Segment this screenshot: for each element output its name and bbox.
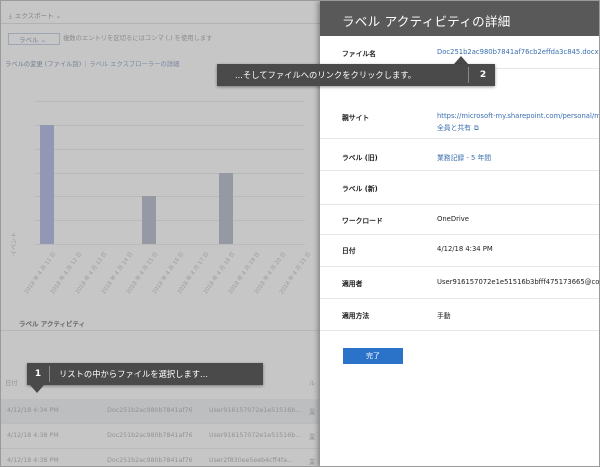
row-user: User2f830ee5eeb4cff4fa... bbox=[209, 457, 293, 464]
column-header-extra[interactable]: ル bbox=[309, 378, 315, 387]
table-row[interactable]: 4/12/18 4:38 PM Doc251b2ac980b7841af76 U… bbox=[1, 424, 319, 449]
table-row[interactable]: 4/12/18 4:38 PM Doc251b2ac980b7841af76 U… bbox=[1, 449, 319, 466]
row-extra: 業 bbox=[309, 459, 316, 466]
detail-label: ラベル (旧) bbox=[342, 154, 378, 162]
tab-bar: ラベルの変更 (ファイル別) | ラベル エクスプローラーの詳細 bbox=[5, 59, 179, 68]
callout-1-number: 1 bbox=[34, 369, 42, 379]
export-button[interactable]: ⤓ エクスポート ⌄ bbox=[9, 10, 61, 21]
row-file: Doc251b2ac980b7841af76 bbox=[107, 432, 193, 439]
method-value: 手動 bbox=[437, 312, 451, 320]
detail-row-new-label: ラベル (新) bbox=[320, 170, 599, 205]
chevron-down-icon: ⌄ bbox=[55, 12, 62, 20]
filter-input[interactable]: 複数のエントリを区切るにはコンマ (,) を使用します bbox=[63, 33, 313, 45]
workload-value: OneDrive bbox=[437, 215, 469, 223]
chart-bar[interactable] bbox=[40, 124, 54, 244]
detail-row-method: 適用方法 手動 bbox=[320, 298, 599, 331]
y-axis-label: イベント bbox=[11, 231, 18, 256]
callout-divider bbox=[49, 366, 50, 382]
row-user: User916157072e1e51516b... bbox=[209, 407, 302, 414]
callout-divider bbox=[468, 67, 469, 83]
row-date: 4/12/18 4:34 PM bbox=[7, 407, 59, 414]
grid-line bbox=[35, 124, 305, 126]
export-label: エクスポート bbox=[14, 12, 54, 20]
callout-1-pointer bbox=[30, 385, 44, 393]
callout-2-number: 2 bbox=[479, 70, 487, 80]
section-divider bbox=[1, 330, 319, 331]
detail-label: ファイル名 bbox=[342, 50, 376, 58]
detail-label: ワークロード bbox=[342, 217, 383, 225]
chart-bar[interactable] bbox=[218, 172, 233, 244]
detail-label: ラベル (新) bbox=[342, 185, 378, 193]
detail-label: 日付 bbox=[342, 247, 356, 255]
screenshot-frame: ⤓ エクスポート ⌄ ラベル ⌄ 複数のエントリを区切るにはコンマ (,) を使用… bbox=[0, 0, 600, 467]
download-icon: ⤓ bbox=[9, 12, 12, 20]
grid-line bbox=[35, 148, 305, 150]
grid-line bbox=[35, 101, 305, 102]
row-date: 4/12/18 4:38 PM bbox=[7, 432, 59, 439]
callout-1: 1 リストの中からファイルを選択します... bbox=[27, 363, 263, 385]
filename-link-text: Doc251b2ac980b7841af76cb2effda3c845.docx bbox=[437, 48, 599, 56]
label-activity-chart: イベント 2018 年 4 月 11 日 2018 年 4 月 12 日 2018 … bbox=[1, 91, 319, 321]
detail-row-workload: ワークロード OneDrive bbox=[320, 204, 599, 235]
detail-row-date: 日付 4/12/18 4:34 PM bbox=[320, 234, 599, 267]
tab-label-changes[interactable]: ラベルの変更 (ファイル別) bbox=[5, 61, 81, 68]
row-user: User916157072e1e51516b... bbox=[209, 432, 302, 439]
row-extra: 業 bbox=[309, 409, 316, 416]
chevron-down-icon: ⌄ bbox=[40, 36, 47, 44]
external-link-icon: ⧉ bbox=[473, 124, 479, 132]
column-header-date[interactable]: 日付 bbox=[5, 378, 18, 387]
done-button[interactable]: 完了 bbox=[343, 348, 403, 364]
tab-label-explorer[interactable]: ラベル エクスプローラーの詳細 bbox=[89, 61, 179, 68]
detail-row-old-label: ラベル (旧) 業務記録 - 5 年間 bbox=[320, 138, 599, 171]
shared-label: 全員と共有 bbox=[437, 124, 471, 132]
detail-label: 親サイト bbox=[342, 114, 370, 122]
grid-line bbox=[35, 220, 305, 222]
parent-site-link[interactable]: https://microsoft-my.sharepoint.com/pers… bbox=[437, 112, 599, 120]
callout-2-text: ...そしてファイルへのリンクをクリックします。 bbox=[235, 70, 417, 80]
grid-line bbox=[35, 244, 305, 245]
row-extra: 業 bbox=[309, 434, 316, 441]
chart-bar[interactable] bbox=[142, 196, 156, 244]
callout-2: ...そしてファイルへのリンクをクリックします。 2 bbox=[217, 64, 495, 86]
shared-with-everyone-link[interactable]: 全員と共有 ⧉ bbox=[437, 122, 479, 133]
detail-row-applied-by: 適用者 User916157072e1e51516b3bfff475173665… bbox=[320, 266, 600, 299]
applied-by-value: User916157072e1e51516b3bfff475173665@con… bbox=[437, 278, 600, 286]
panel-title: ラベル アクティビティの詳細 bbox=[342, 14, 511, 29]
callout-1-text: リストの中からファイルを選択します... bbox=[59, 369, 208, 379]
label-filter-dropdown[interactable]: ラベル ⌄ bbox=[8, 33, 60, 45]
table-row[interactable]: 4/12/18 4:34 PM Doc251b2ac980b7841af76 U… bbox=[1, 399, 319, 424]
detail-row-parent-site: 親サイト https://microsoft-my.sharepoint.com… bbox=[320, 100, 599, 139]
tab-separator: | bbox=[84, 61, 87, 68]
old-label-value[interactable]: 業務記録 - 5 年間 bbox=[437, 152, 491, 162]
detail-label: 適用者 bbox=[342, 280, 363, 288]
row-file: Doc251b2ac980b7841af76 bbox=[107, 407, 193, 414]
row-file: Doc251b2ac980b7841af76 bbox=[107, 457, 193, 464]
date-value: 4/12/18 4:34 PM bbox=[437, 245, 493, 253]
row-date: 4/12/18 4:38 PM bbox=[7, 457, 59, 464]
detail-label: 適用方法 bbox=[342, 312, 370, 320]
callout-2-pointer bbox=[454, 56, 468, 64]
grid-line bbox=[35, 196, 305, 198]
label-filter-text: ラベル bbox=[19, 36, 39, 44]
section-title: ラベル アクティビティ bbox=[19, 320, 86, 328]
grid-line bbox=[35, 172, 305, 174]
